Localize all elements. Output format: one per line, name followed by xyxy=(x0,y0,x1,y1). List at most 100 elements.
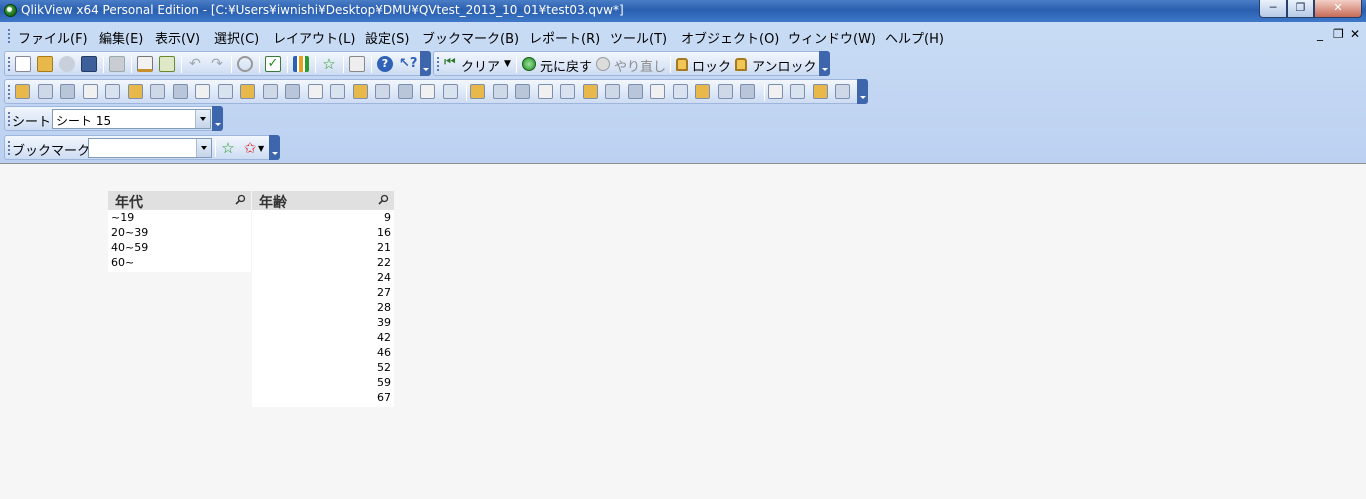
chevron-down-icon[interactable]: ▼ xyxy=(504,59,511,69)
toolbar-options-button[interactable] xyxy=(420,51,431,76)
clear-button[interactable]: クリア xyxy=(461,56,500,75)
menu-window[interactable]: ウィンドウ(W) xyxy=(788,28,876,47)
qlikview-app-icon[interactable] xyxy=(4,4,17,17)
design-tool-icon[interactable] xyxy=(605,84,620,99)
add-bookmark-icon[interactable]: ☆ xyxy=(220,140,236,156)
listbox-value-row[interactable]: 20~39 xyxy=(108,225,251,240)
design-tool-icon[interactable] xyxy=(127,84,143,99)
listbox-caption[interactable]: 年齢 xyxy=(252,191,394,211)
back-button[interactable]: 元に戻す xyxy=(540,56,592,75)
menu-object[interactable]: オブジェクト(O) xyxy=(681,28,779,47)
design-tool-icon[interactable] xyxy=(835,84,850,99)
menu-edit[interactable]: 編集(E) xyxy=(99,28,143,47)
toolbar-grip[interactable] xyxy=(8,57,11,71)
design-tool-icon[interactable] xyxy=(330,84,345,99)
design-tool-icon[interactable] xyxy=(82,84,98,99)
minimize-button[interactable]: ─ xyxy=(1259,0,1287,18)
lock-button[interactable]: ロック xyxy=(692,56,731,75)
chevron-down-icon[interactable] xyxy=(196,139,211,157)
search-icon[interactable] xyxy=(235,194,246,205)
listbox-value-row[interactable]: ~19 xyxy=(108,210,251,225)
toolbar-grip[interactable] xyxy=(437,57,440,71)
search-icon[interactable] xyxy=(237,56,253,72)
design-tool-icon[interactable] xyxy=(740,84,755,99)
design-tool-icon[interactable] xyxy=(537,84,553,99)
design-tool-icon[interactable] xyxy=(352,84,368,99)
mdi-close-icon[interactable]: ✕ xyxy=(1350,27,1360,41)
design-tool-icon[interactable] xyxy=(515,84,530,99)
design-tool-icon[interactable] xyxy=(650,84,665,99)
toolbar-options-button[interactable] xyxy=(857,79,868,104)
design-tool-icon[interactable] xyxy=(375,84,390,99)
listbox-value-row[interactable]: 67 xyxy=(252,390,394,405)
design-tool-icon[interactable] xyxy=(767,84,783,99)
design-tool-icon[interactable] xyxy=(717,84,733,99)
design-tool-icon[interactable] xyxy=(672,84,688,99)
design-tool-icon[interactable] xyxy=(397,84,413,99)
help-icon[interactable]: ? xyxy=(377,56,393,72)
menu-select[interactable]: 選択(C) xyxy=(214,28,259,47)
listbox-caption[interactable]: 年代 xyxy=(108,191,251,211)
menu-bookmark[interactable]: ブックマーク(B) xyxy=(422,28,519,47)
toolbar-grip[interactable] xyxy=(8,85,11,99)
close-button[interactable]: ✕ xyxy=(1314,0,1362,18)
toolbar-options-button[interactable] xyxy=(212,106,223,131)
listbox-nenrei[interactable]: 年齢 9 16 21 22 24 27 28 39 42 46 52 59 67 xyxy=(252,191,394,407)
design-tool-icon[interactable] xyxy=(262,84,278,99)
listbox-value-row[interactable]: 27 xyxy=(252,285,394,300)
menu-grip[interactable] xyxy=(8,29,11,43)
design-tool-icon[interactable] xyxy=(37,84,53,99)
reload-icon[interactable] xyxy=(59,56,75,72)
menu-file[interactable]: ファイル(F) xyxy=(18,28,88,47)
unlock-button[interactable]: アンロック xyxy=(752,56,816,75)
listbox-value-row[interactable]: 28 xyxy=(252,300,394,315)
listbox-value-row[interactable]: 40~59 xyxy=(108,240,251,255)
design-tool-icon[interactable] xyxy=(285,84,300,99)
design-tool-icon[interactable] xyxy=(420,84,435,99)
edit-script-icon[interactable] xyxy=(137,56,153,72)
design-tool-icon[interactable] xyxy=(172,84,188,99)
chevron-down-icon[interactable]: ▼ xyxy=(258,144,264,153)
toolbar-grip[interactable] xyxy=(8,112,11,126)
chart-wizard-icon[interactable] xyxy=(293,56,309,72)
design-tool-icon[interactable] xyxy=(492,84,508,99)
reload-data-icon[interactable] xyxy=(159,56,175,72)
mdi-restore-icon[interactable]: ❐ xyxy=(1333,27,1344,41)
forward-button[interactable]: やり直し xyxy=(614,56,666,75)
select-fields-icon[interactable]: ✓ xyxy=(265,56,281,72)
listbox-value-row[interactable]: 52 xyxy=(252,360,394,375)
listbox-nendai[interactable]: 年代 ~19 20~39 40~59 60~ xyxy=(108,191,251,272)
design-tool-icon[interactable] xyxy=(15,84,30,99)
toolbar-options-button[interactable] xyxy=(269,135,280,160)
print-icon[interactable] xyxy=(109,56,125,72)
listbox-value-row[interactable]: 24 xyxy=(252,270,394,285)
design-tool-icon[interactable] xyxy=(105,84,120,99)
design-tool-icon[interactable] xyxy=(582,84,598,99)
design-tool-icon[interactable] xyxy=(195,84,210,99)
listbox-value-row[interactable]: 16 xyxy=(252,225,394,240)
toolbar-options-button[interactable] xyxy=(819,51,830,76)
menu-view[interactable]: 表示(V) xyxy=(155,28,200,47)
design-tool-icon[interactable] xyxy=(307,84,323,99)
listbox-value-row[interactable]: 60~ xyxy=(108,255,251,270)
design-tool-icon[interactable] xyxy=(470,84,485,99)
design-tool-icon[interactable] xyxy=(812,84,828,99)
save-icon[interactable] xyxy=(81,56,97,72)
menu-report[interactable]: レポート(R) xyxy=(529,28,600,47)
design-tool-icon[interactable] xyxy=(560,84,575,99)
menu-layout[interactable]: レイアウト(L) xyxy=(273,28,355,47)
design-tool-icon[interactable] xyxy=(150,84,165,99)
menu-help[interactable]: ヘルプ(H) xyxy=(885,28,944,47)
listbox-value-row[interactable]: 22 xyxy=(252,255,394,270)
design-tool-icon[interactable] xyxy=(627,84,643,99)
listbox-value-row[interactable]: 59 xyxy=(252,375,394,390)
search-icon[interactable] xyxy=(378,194,389,205)
bookmark-select[interactable] xyxy=(88,138,212,158)
redo-layout-icon[interactable]: ↷ xyxy=(209,56,225,72)
chevron-down-icon[interactable] xyxy=(195,110,210,128)
new-icon[interactable] xyxy=(15,56,31,72)
whats-this-icon[interactable]: ↖? xyxy=(399,56,417,72)
bookmark-add-icon[interactable]: ☆ xyxy=(321,56,337,72)
design-tool-icon[interactable] xyxy=(217,84,233,99)
undo-layout-icon[interactable]: ↶ xyxy=(187,56,203,72)
